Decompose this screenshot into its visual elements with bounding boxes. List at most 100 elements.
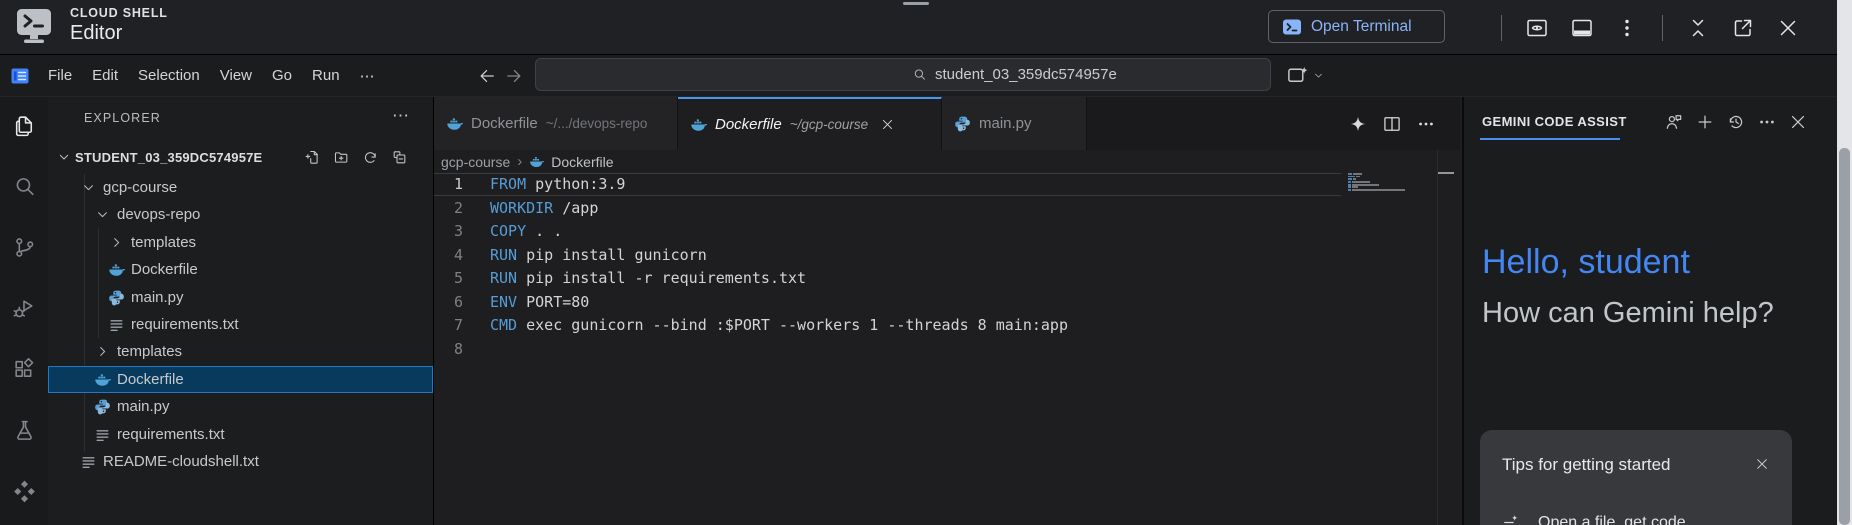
menu-selection[interactable]: Selection (128, 67, 210, 84)
code-line[interactable]: 2 WORKDIR /app (434, 197, 1434, 221)
search-icon[interactable] (12, 174, 37, 199)
breadcrumb[interactable]: gcp-course › Dockerfile (441, 150, 614, 173)
new-file-icon[interactable] (304, 149, 321, 166)
tree-item-label: main.py (131, 288, 184, 306)
cloud-shell-logo (16, 8, 52, 46)
tab-Dockerfile[interactable]: Dockerfile ~/.../devops-repo (434, 97, 678, 150)
cloud-code-icon[interactable] (12, 479, 37, 504)
minimap[interactable] (1348, 173, 1418, 195)
chevron-right-icon (108, 234, 125, 251)
close-icon[interactable] (1788, 112, 1808, 132)
web-preview-icon[interactable] (1525, 16, 1549, 40)
tab-description: ~/.../devops-repo (545, 116, 648, 131)
gemini-sparkle-icon[interactable] (1348, 114, 1368, 134)
plus-icon[interactable] (1695, 112, 1715, 132)
window-controls (1499, 15, 1800, 41)
search-value: student_03_359dc574957e (935, 66, 1117, 83)
explorer-actions (304, 143, 408, 171)
code-line[interactable]: 3 COPY . . (434, 220, 1434, 244)
docker-icon (529, 154, 545, 169)
tree-item-templates[interactable]: templates (48, 338, 433, 365)
chevron-down-icon (1312, 69, 1325, 82)
kebab-horizontal-icon[interactable] (1416, 114, 1436, 134)
tree-item-templates[interactable]: templates (48, 229, 433, 256)
close-icon[interactable] (880, 117, 895, 132)
docker-icon (108, 261, 125, 278)
menu-items: File Edit Selection View Go Run ⋯ (38, 55, 385, 96)
browser-scrollbar-thumb[interactable] (1839, 148, 1850, 525)
split-editor-icon[interactable] (1382, 114, 1402, 134)
tips-item[interactable]: Open a file, get code (1502, 513, 1686, 525)
open-terminal-button[interactable]: Open Terminal (1268, 10, 1445, 43)
minimap-token (1348, 178, 1353, 181)
explorer-more-button[interactable]: ⋯ (392, 106, 409, 126)
forward-icon[interactable] (504, 66, 524, 86)
tab-label: Dockerfile (471, 115, 538, 132)
source-control-icon[interactable] (12, 235, 37, 260)
code-line[interactable]: 6 ENV PORT=80 (434, 291, 1434, 315)
menu-more[interactable]: ⋯ (350, 67, 385, 85)
refresh-icon[interactable] (362, 149, 379, 166)
tree-item-label: requirements.txt (131, 316, 239, 333)
tree-item-label: templates (117, 343, 183, 361)
tree-item-gcp-course[interactable]: gcp-course (48, 174, 433, 201)
code-line[interactable]: 5 RUN pip install -r requirements.txt (434, 267, 1434, 291)
collapse-all-icon[interactable] (391, 149, 408, 166)
minimap-token (1353, 173, 1363, 175)
test-flask-icon[interactable] (12, 418, 37, 443)
drag-handle[interactable] (903, 2, 929, 5)
gemini-title-underline (1480, 138, 1620, 140)
line-number: 4 (453, 245, 463, 264)
tree-item-Dockerfile[interactable]: Dockerfile (48, 256, 433, 283)
back-icon[interactable] (477, 66, 497, 86)
code-text: COPY . . (490, 222, 563, 240)
menu-run[interactable]: Run (302, 67, 350, 84)
collapse-icon[interactable] (1686, 16, 1710, 40)
panel-icon[interactable] (1570, 16, 1594, 40)
menu-view[interactable]: View (210, 67, 262, 84)
code-line[interactable]: 7 CMD exec gunicorn --bind :$PORT --worke… (434, 314, 1434, 338)
search-input[interactable]: student_03_359dc574957e (535, 58, 1271, 91)
divider (1662, 15, 1663, 41)
tree-item-label: requirements.txt (117, 425, 225, 443)
menu-file[interactable]: File (38, 67, 82, 84)
gemini-toggle-icon[interactable] (1286, 64, 1325, 87)
code-line[interactable]: 8 (434, 338, 1434, 362)
tree-item-main.py[interactable]: main.py (48, 393, 433, 420)
code-line[interactable]: 1 FROM python:3.9 (434, 173, 1434, 197)
explorer-icon[interactable] (12, 113, 37, 138)
menu-go[interactable]: Go (262, 67, 302, 84)
tree-item-README-cloudshell.txt[interactable]: README-cloudshell.txt (48, 448, 433, 475)
code-text: ENV PORT=80 (490, 292, 590, 311)
tree-item-requirements.txt[interactable]: requirements.txt (48, 311, 433, 338)
tab-main.py[interactable]: main.py (942, 97, 1087, 150)
tree-root-label: STUDENT_03_359DC574957E (75, 149, 263, 165)
close-icon[interactable] (1776, 16, 1800, 40)
breadcrumb-folder[interactable]: gcp-course (441, 154, 510, 170)
new-folder-icon[interactable] (333, 149, 350, 166)
history-icon[interactable] (1726, 112, 1746, 132)
minimap-token (1348, 186, 1352, 189)
tree-item-Dockerfile[interactable]: Dockerfile (48, 365, 433, 393)
code-text: WORKDIR /app (490, 198, 599, 217)
tree-item-requirements.txt[interactable]: requirements.txt (48, 421, 433, 448)
extensions-icon[interactable] (12, 357, 37, 382)
run-debug-icon[interactable] (12, 296, 37, 321)
agent-icon[interactable] (1664, 112, 1684, 132)
open-in-new-icon[interactable] (1731, 16, 1755, 40)
tree-item-devops-repo[interactable]: devops-repo (48, 201, 433, 228)
breadcrumb-file[interactable]: Dockerfile (551, 154, 613, 170)
tips-card: Tips for getting started Open a file, ge… (1480, 430, 1792, 525)
close-icon[interactable] (1754, 456, 1770, 472)
menu-logo-icon[interactable] (10, 66, 30, 86)
kebab-horizontal-icon[interactable] (1757, 112, 1777, 132)
tab-Dockerfile[interactable]: Dockerfile ~/gcp-course (678, 97, 942, 150)
minimap-line (1348, 192, 1418, 195)
kebab-vertical-icon[interactable] (1615, 16, 1639, 40)
tree-item-main.py[interactable]: main.py (48, 284, 433, 311)
code-line[interactable]: 4 RUN pip install gunicorn (434, 244, 1434, 268)
line-number: 5 (453, 269, 463, 287)
menu-edit[interactable]: Edit (82, 67, 128, 84)
explorer-sidebar: EXPLORER ⋯ STUDENT_03_359DC574957E gcp-c… (48, 97, 434, 525)
breadcrumb-separator: › (517, 153, 523, 170)
